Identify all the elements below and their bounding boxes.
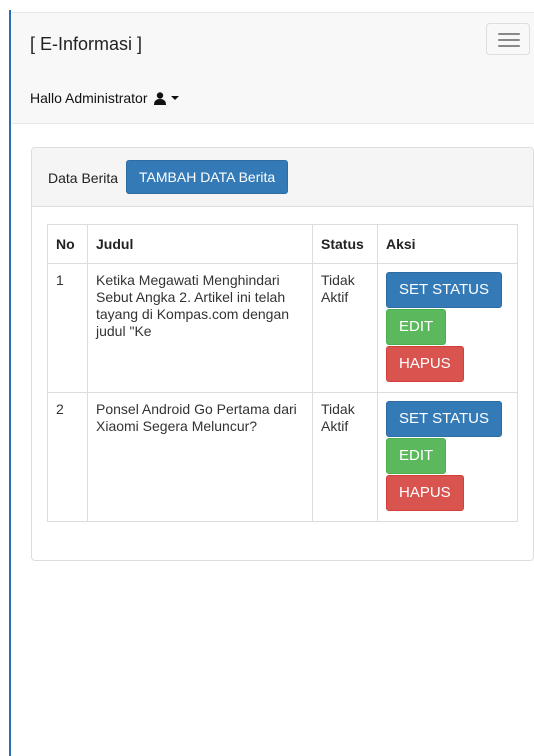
- cell-actions: SET STATUS EDIT HAPUS: [377, 392, 518, 522]
- caret-down-icon: [170, 96, 179, 100]
- set-status-button[interactable]: SET STATUS: [386, 401, 503, 437]
- panel-title: Data Berita: [48, 170, 119, 186]
- column-header-no: No: [47, 224, 88, 264]
- cell-judul: Ketika Megawati Menghindari Sebut Angka …: [87, 263, 313, 393]
- column-header-judul: Judul: [87, 224, 313, 264]
- panel-heading: Data Berita TAMBAH DATA Berita: [32, 148, 533, 207]
- brand-title[interactable]: [ E-Informasi ]: [30, 34, 142, 55]
- table-header-row: No Judul Status Aksi: [47, 224, 518, 264]
- delete-button[interactable]: HAPUS: [386, 475, 464, 511]
- hamburger-icon: [498, 33, 520, 35]
- cell-no: 2: [47, 392, 88, 522]
- hamburger-menu-button[interactable]: [486, 23, 530, 55]
- user-icon: [153, 91, 166, 105]
- news-table: No Judul Status Aksi 1 Ketika Megawati M…: [47, 224, 518, 522]
- cell-no: 1: [47, 263, 88, 393]
- column-header-status: Status: [312, 224, 378, 264]
- navbar: [ E-Informasi ] Hallo Administrator: [12, 12, 534, 124]
- window-edge: [9, 0, 11, 756]
- news-panel: Data Berita TAMBAH DATA Berita No Judul …: [31, 147, 534, 561]
- set-status-button[interactable]: SET STATUS: [386, 272, 503, 308]
- cell-status: Tidak Aktif: [312, 392, 378, 522]
- cell-actions: SET STATUS EDIT HAPUS: [377, 263, 518, 393]
- cell-status: Tidak Aktif: [312, 263, 378, 393]
- table-row: 1 Ketika Megawati Menghindari Sebut Angk…: [47, 263, 518, 393]
- edit-button[interactable]: EDIT: [386, 309, 447, 345]
- app-window: [ E-Informasi ] Hallo Administrator Data…: [0, 0, 534, 756]
- table-row: 2 Ponsel Android Go Pertama dari Xiaomi …: [47, 392, 518, 522]
- edit-button[interactable]: EDIT: [386, 438, 447, 474]
- add-news-button[interactable]: TAMBAH DATA Berita: [126, 160, 289, 194]
- user-greeting: Hallo Administrator: [30, 90, 148, 106]
- delete-button[interactable]: HAPUS: [386, 346, 464, 382]
- user-menu-dropdown[interactable]: Hallo Administrator: [30, 90, 179, 106]
- column-header-aksi: Aksi: [377, 224, 518, 264]
- cell-judul: Ponsel Android Go Pertama dari Xiaomi Se…: [87, 392, 313, 522]
